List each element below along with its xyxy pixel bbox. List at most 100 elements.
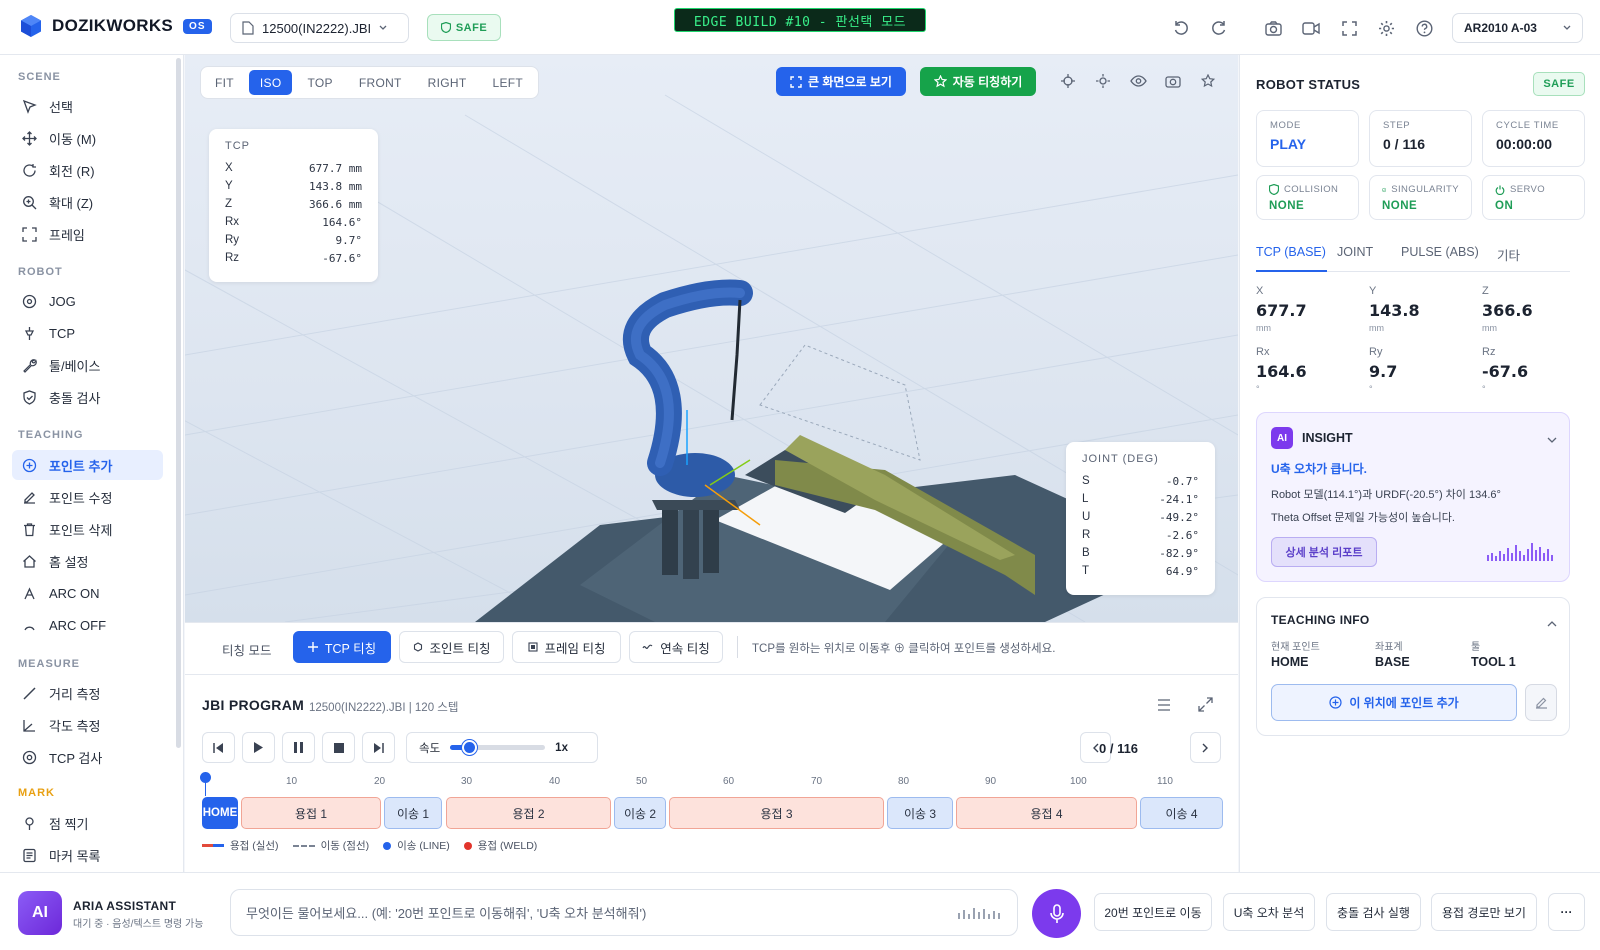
- view-fit-button[interactable]: FIT: [204, 70, 245, 95]
- timeline-segment-move-2[interactable]: 이송 2: [614, 797, 666, 829]
- list-view-icon[interactable]: [1157, 699, 1171, 714]
- trash-icon: [24, 522, 35, 536]
- fullscreen-view-button[interactable]: 큰 화면으로 보기: [776, 67, 906, 96]
- assistant-input[interactable]: 무엇이든 물어보세요... (예: '20번 포인트로 이동해줘', 'U축 오…: [230, 889, 1018, 936]
- sidebar-item-jog[interactable]: JOG: [12, 286, 163, 316]
- tab-pulse-abs[interactable]: PULSE (ABS): [1401, 245, 1497, 272]
- expand-panel-icon[interactable]: [1198, 697, 1213, 715]
- timeline-segment-move-1[interactable]: 이송 1: [384, 797, 442, 829]
- favorite-star-icon[interactable]: [1197, 70, 1219, 92]
- quick-u-axis-analysis-button[interactable]: U축 오차 분석: [1223, 893, 1315, 931]
- joint-teach-button[interactable]: 조인트 티칭: [399, 631, 504, 663]
- focus-icon[interactable]: [1092, 70, 1114, 92]
- undo-icon[interactable]: [1169, 16, 1193, 40]
- legend-label: 용접 (WELD): [477, 840, 538, 852]
- legend-line: 이송 (LINE): [383, 838, 450, 853]
- sidebar-item-add-point[interactable]: 포인트 추가: [12, 450, 163, 480]
- sidebar-item-angle[interactable]: 각도 측정: [12, 710, 163, 740]
- pause-button[interactable]: [282, 732, 315, 763]
- stop-button[interactable]: [322, 732, 355, 763]
- crosshair-icon[interactable]: [1057, 70, 1079, 92]
- video-icon[interactable]: [1299, 16, 1323, 40]
- quick-move-point-20-button[interactable]: 20번 포인트로 이동: [1094, 893, 1212, 931]
- cycle-time-value: 00:00:00: [1496, 136, 1553, 152]
- tcp-label: Y: [225, 180, 233, 192]
- redo-icon[interactable]: [1207, 16, 1231, 40]
- sidebar-item-distance[interactable]: 거리 측정: [12, 678, 163, 708]
- timeline-segment-home[interactable]: HOME: [202, 797, 238, 829]
- timeline-segment-weld-1[interactable]: 용접 1: [241, 797, 381, 829]
- target-icon: [22, 750, 37, 764]
- help-icon[interactable]: [1412, 16, 1436, 40]
- view-left-button[interactable]: LEFT: [482, 70, 535, 95]
- timeline-segment-move-4[interactable]: 이송 4: [1140, 797, 1223, 829]
- tab-etc[interactable]: 기타: [1497, 245, 1537, 272]
- add-point-here-button[interactable]: 이 위치에 포인트 추가: [1271, 684, 1517, 721]
- speed-slider[interactable]: [450, 740, 546, 755]
- more-actions-button[interactable]: ···: [1548, 893, 1585, 931]
- view-top-button[interactable]: TOP: [296, 70, 343, 95]
- continuous-teach-label: 연속 티칭: [660, 641, 710, 656]
- timeline-segment-weld-4[interactable]: 용접 4: [956, 797, 1137, 829]
- sidebar-item-mark-point[interactable]: 점 찍기: [12, 808, 163, 838]
- tab-tcp-base[interactable]: TCP (BASE): [1256, 245, 1327, 272]
- view-front-button[interactable]: FRONT: [348, 70, 413, 95]
- sidebar-item-marker-list[interactable]: 마커 목록: [12, 840, 163, 870]
- sidebar-item-home[interactable]: 홈 설정: [12, 546, 163, 576]
- sidebar-item-tcp[interactable]: TCP: [12, 318, 163, 348]
- tab-joint[interactable]: JOINT: [1337, 245, 1393, 272]
- skip-end-button[interactable]: [362, 732, 395, 763]
- snapshot-icon[interactable]: [1162, 70, 1184, 92]
- sidebar-item-frame[interactable]: 프레임: [12, 219, 163, 249]
- timeline-segment-weld-3[interactable]: 용접 3: [669, 797, 884, 829]
- sidebar-item-edit-point[interactable]: 포인트 수정: [12, 482, 163, 512]
- sidebar-item-move[interactable]: 이동 (M): [12, 123, 163, 153]
- fullscreen-icon[interactable]: [1337, 16, 1361, 40]
- detail-report-button[interactable]: 상세 분석 리포트: [1271, 537, 1377, 567]
- timeline-segment-move-3[interactable]: 이송 3: [887, 797, 953, 829]
- sidebar-item-tcp-check[interactable]: TCP 검사: [12, 742, 163, 772]
- sidebar-item-toolbase[interactable]: 툴/베이스: [12, 350, 163, 380]
- play-button[interactable]: [242, 732, 275, 763]
- skip-start-button[interactable]: [202, 732, 235, 763]
- tcp-row-y: Y 143.8 mm: [225, 177, 362, 195]
- move-icon: [22, 130, 37, 146]
- coordinate-tabs: TCP (BASE) JOINT PULSE (ABS) 기타: [1256, 245, 1570, 272]
- sidebar-item-delete-point[interactable]: 포인트 삭제: [12, 514, 163, 544]
- edit-point-button[interactable]: [1525, 684, 1557, 721]
- timeline-segment-weld-2[interactable]: 용접 2: [446, 797, 611, 829]
- collapse-chevron-up-icon[interactable]: [1547, 615, 1557, 630]
- sidebar-item-collision[interactable]: 충돌 검사: [12, 382, 163, 412]
- sidebar-item-arc-off[interactable]: ARC OFF: [12, 610, 163, 640]
- fullscreen-view-label: 큰 화면으로 보기: [808, 75, 892, 89]
- continuous-teach-button[interactable]: 연속 티칭: [629, 631, 723, 663]
- eye-icon[interactable]: [1127, 70, 1149, 92]
- sidebar-item-arc-on[interactable]: ARC ON: [12, 578, 163, 608]
- timeline-playhead[interactable]: [200, 772, 211, 783]
- sidebar-item-select[interactable]: 선택: [12, 91, 163, 121]
- sidebar-scrollbar[interactable]: [176, 58, 181, 748]
- frame-teach-button[interactable]: 프레임 티칭: [512, 631, 621, 663]
- speed-slider-knob[interactable]: [462, 740, 478, 755]
- edge-build-banner: EDGE BUILD #10 - 판선택 모드: [674, 8, 926, 32]
- file-dropdown[interactable]: 12500(IN2222).JBI: [230, 13, 409, 43]
- next-step-button[interactable]: [1190, 732, 1221, 763]
- assistant-status: 대기 중 · 음성/텍스트 명령 가능: [73, 919, 204, 930]
- sidebar-item-rotate[interactable]: 회전 (R): [12, 155, 163, 185]
- tcp-teach-button[interactable]: TCP 티칭: [293, 631, 391, 663]
- brand-logo[interactable]: DOZIKWORKS OS: [20, 14, 212, 38]
- camera-icon[interactable]: [1261, 16, 1285, 40]
- view-iso-button[interactable]: ISO: [248, 70, 293, 95]
- microphone-button[interactable]: [1032, 889, 1081, 938]
- sidebar-item-zoom[interactable]: 확대 (Z): [12, 187, 163, 217]
- view-right-button[interactable]: RIGHT: [417, 70, 478, 95]
- quick-collision-check-button[interactable]: 충돌 검사 실행: [1326, 893, 1421, 931]
- joint-row-l: L -24.1°: [1082, 490, 1199, 508]
- robot-select-dropdown[interactable]: AR2010 A-03: [1452, 13, 1583, 43]
- quick-weld-path-button[interactable]: 용접 경로만 보기: [1431, 893, 1537, 931]
- brand-name: DOZIKWORKS: [52, 16, 174, 35]
- collapse-chevron-icon[interactable]: [1547, 432, 1557, 447]
- gear-icon[interactable]: [1374, 16, 1398, 40]
- auto-teach-button[interactable]: 자동 티칭하기: [920, 67, 1036, 96]
- rotate-icon: [23, 163, 36, 177]
